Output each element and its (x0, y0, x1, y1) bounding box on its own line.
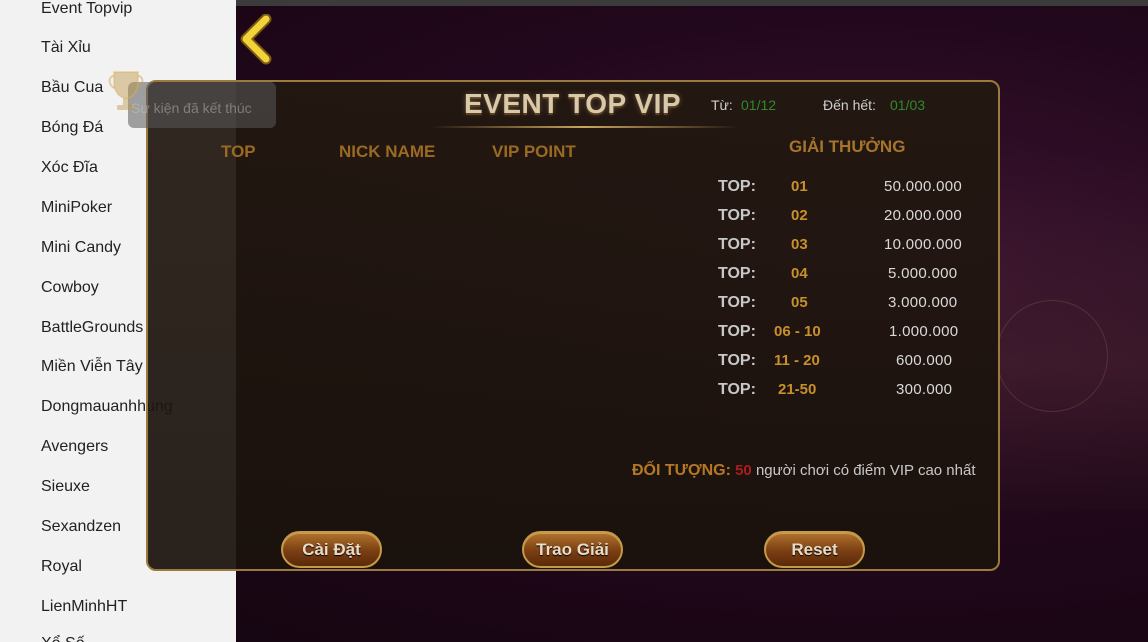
background-ferris-wheel (996, 300, 1108, 412)
from-label: Từ: (711, 97, 733, 113)
prize-label: TOP: (718, 381, 756, 398)
award-button[interactable]: Trao Giải (522, 531, 623, 568)
prize-rank: 21-50 (778, 381, 817, 398)
sidebar-item-avengers[interactable]: Avengers (41, 436, 108, 458)
prize-amount: 10.000.000 (884, 236, 963, 253)
prize-label: TOP: (718, 323, 756, 340)
to-date: 01/03 (890, 97, 926, 113)
prize-row: TOP: 11 - 20 600.000 (718, 352, 978, 374)
sidebar-item-lienminhht[interactable]: LienMinhHT (41, 596, 127, 618)
sidebar-item-battlegrounds[interactable]: BattleGrounds (41, 317, 143, 339)
prize-row: TOP: 04 5.000.000 (718, 265, 978, 287)
sidebar-item-mien-vien-tay[interactable]: Miền Viễn Tây (41, 356, 143, 378)
target-description: người chơi có điểm VIP cao nhất (755, 462, 976, 479)
prize-label: TOP: (718, 352, 756, 369)
prize-amount: 300.000 (896, 381, 953, 398)
prize-label: TOP: (718, 207, 756, 224)
sidebar-item-cowboy[interactable]: Cowboy (41, 277, 99, 299)
prize-row: TOP: 02 20.000.000 (718, 207, 978, 229)
prize-label: TOP: (718, 265, 756, 282)
prize-rank: 06 - 10 (774, 323, 821, 340)
prize-row: TOP: 21-50 300.000 (718, 381, 978, 403)
sidebar-item-xo-so[interactable]: Xổ Số (41, 633, 85, 642)
prize-rank: 05 (791, 294, 808, 311)
title-underline (430, 126, 740, 128)
prize-row: TOP: 05 3.000.000 (718, 294, 978, 316)
prize-row: TOP: 06 - 10 1.000.000 (718, 323, 978, 345)
prize-row: TOP: 03 10.000.000 (718, 236, 978, 258)
sidebar-item-tai-xiu[interactable]: Tài Xỉu (41, 37, 91, 59)
target-audience: ĐỐI TƯỢNG: 50 người chơi có điểm VIP cao… (632, 462, 976, 480)
back-button[interactable] (238, 13, 278, 66)
prize-label: TOP: (718, 178, 756, 195)
sidebar-item-bau-cua[interactable]: Bầu Cua (41, 77, 103, 99)
from-date: 01/12 (741, 97, 777, 113)
prize-rank: 01 (791, 178, 808, 195)
sidebar-item-xoc-dia[interactable]: Xóc Đĩa (41, 157, 98, 179)
to-label: Đến hết: (823, 97, 876, 113)
settings-button[interactable]: Cài Đặt (281, 531, 382, 568)
target-label: ĐỐI TƯỢNG: (632, 462, 731, 479)
prize-row: TOP: 01 50.000.000 (718, 178, 978, 200)
column-header-nickname: NICK NAME (339, 142, 436, 161)
sidebar-item-royal[interactable]: Royal (41, 556, 82, 578)
sidebar-item-event-topvip[interactable]: Event Topvip (41, 0, 132, 20)
prize-amount: 600.000 (896, 352, 953, 369)
prize-rank: 04 (791, 265, 808, 282)
prize-rank: 03 (791, 236, 808, 253)
prize-label: TOP: (718, 236, 756, 253)
event-ended-text: Sự kiện đã kết thúc (131, 100, 252, 116)
prize-amount: 1.000.000 (889, 323, 959, 340)
sidebar-item-sexandzen[interactable]: Sexandzen (41, 516, 121, 538)
prize-amount: 5.000.000 (888, 265, 958, 282)
prize-amount: 20.000.000 (884, 207, 963, 224)
prize-header: GIẢI THƯỞNG (789, 137, 906, 156)
prize-amount: 3.000.000 (888, 294, 958, 311)
prize-amount: 50.000.000 (884, 178, 963, 195)
sidebar-item-mini-candy[interactable]: Mini Candy (41, 237, 121, 259)
sidebar-item-minipoker[interactable]: MiniPoker (41, 197, 112, 219)
sidebar-item-bong-da[interactable]: Bóng Đá (41, 117, 103, 139)
prize-label: TOP: (718, 294, 756, 311)
column-header-vip-point: VIP POINT (492, 142, 576, 161)
panel-title: EVENT TOP VIP (464, 88, 682, 119)
reset-button[interactable]: Reset (764, 531, 865, 568)
sidebar-item-sieuxe[interactable]: Sieuxe (41, 476, 90, 498)
prize-rank: 11 - 20 (774, 352, 820, 369)
column-header-top: TOP (221, 142, 256, 161)
chevron-left-icon (240, 13, 272, 65)
target-number: 50 (735, 462, 752, 479)
prize-rank: 02 (791, 207, 808, 224)
